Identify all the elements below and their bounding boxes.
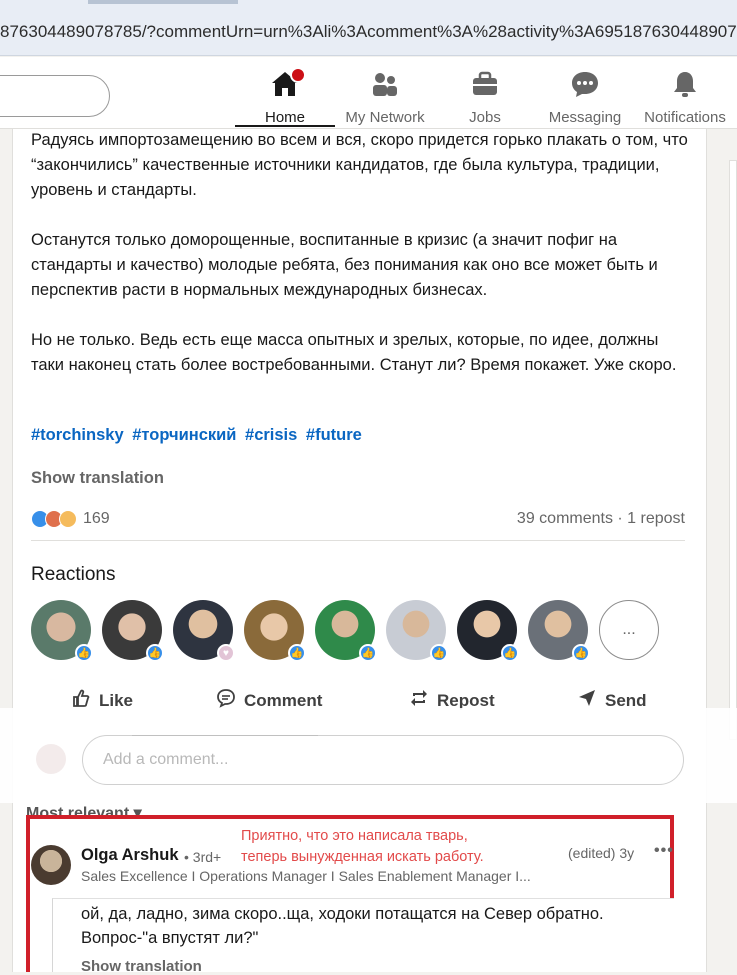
avatar[interactable]: 👍 (457, 600, 519, 662)
annotation-line: теперь вынужденная искать работу. (241, 849, 484, 865)
right-rail-card (729, 160, 737, 740)
url-text[interactable]: 876304489078785/?commentUrn=urn%3Ali%3Ac… (0, 22, 737, 42)
annotation-text: Приятно, что это написала тварь, теперь … (241, 826, 484, 868)
avatar[interactable]: 👍 (315, 600, 377, 662)
more-reactions-button[interactable]: ... (599, 600, 659, 660)
comment-text: ой, да, ладно, зима скоро..ща, ходоки по… (81, 905, 604, 947)
post-paragraph: Но не только. Ведь есть еще масса опытны… (31, 331, 677, 374)
nav-notifications-label: Notifications (644, 109, 726, 126)
bell-icon (635, 69, 735, 99)
avatar[interactable]: 👍 (244, 600, 306, 662)
message-icon (535, 69, 635, 99)
show-translation-link[interactable]: Show translation (31, 469, 164, 488)
post-body: Радуясь импортозамещению во всем и вся, … (31, 128, 691, 403)
nav-jobs-label: Jobs (469, 109, 501, 126)
reactor-avatars: 👍 👍 ♥ 👍 👍 👍 👍 👍 ... (31, 600, 659, 662)
browser-url-bar[interactable]: 876304489078785/?commentUrn=urn%3Ali%3Ac… (0, 0, 737, 56)
social-counts-bar: 169 39 comments · 1 repost (31, 508, 685, 532)
commenter-name[interactable]: Olga Arshuk (81, 846, 179, 865)
reactions-title: Reactions (31, 564, 116, 585)
like-badge-icon: 👍 (288, 644, 306, 662)
like-badge-icon: 👍 (572, 644, 590, 662)
avatar[interactable]: 👍 (102, 600, 164, 662)
nav-home-label: Home (264, 109, 305, 126)
post-paragraph: Радуясь импортозамещению во всем и вся, … (31, 131, 688, 199)
composer-divider (132, 735, 318, 736)
avatar[interactable]: 👍 (31, 600, 93, 662)
like-badge-icon: 👍 (146, 644, 164, 662)
home-icon (235, 67, 335, 99)
like-badge-icon: 👍 (75, 644, 93, 662)
hashtag-link[interactable]: #торчинский (132, 426, 236, 444)
nav-jobs[interactable]: Jobs (435, 69, 535, 126)
love-badge-icon: ♥ (217, 644, 235, 662)
top-navigation: Home My Network Jobs Messaging Notificat… (0, 57, 737, 129)
comments-reposts-count[interactable]: 39 comments · 1 repost (517, 510, 685, 528)
comment-show-translation-link[interactable]: Show translation (81, 958, 202, 975)
nav-my-network-label: My Network (345, 109, 425, 126)
briefcase-icon (435, 69, 535, 99)
commenter-headline: Sales Excellence I Operations Manager I … (81, 868, 531, 884)
reaction-icons[interactable] (31, 510, 77, 528)
network-icon (335, 69, 435, 99)
insightful-reaction-icon (59, 510, 77, 528)
comment-more-options-icon[interactable]: ••• (654, 842, 674, 860)
hashtag-link[interactable]: #future (306, 426, 362, 444)
comment-timestamp: (edited) 3y (568, 845, 635, 861)
divider (31, 540, 685, 541)
nav-messaging-label: Messaging (548, 109, 622, 126)
hashtag-link[interactable]: #crisis (245, 426, 297, 444)
active-nav-underline (235, 125, 335, 127)
avatar[interactable]: 👍 (386, 600, 448, 662)
avatar[interactable]: 👍 (528, 600, 590, 662)
connection-degree: • 3rd+ (184, 849, 222, 865)
hashtag-link[interactable]: #torchinsky (31, 426, 124, 444)
like-badge-icon: 👍 (430, 644, 448, 662)
hashtags: #torchinsky #торчинский #crisis #future (31, 426, 366, 445)
avatar[interactable]: ♥ (173, 600, 235, 662)
post-paragraph: Останутся только доморощенные, воспитанн… (31, 231, 658, 299)
nav-home[interactable]: Home (235, 67, 335, 127)
annotation-line: Приятно, что это написала тварь, (241, 828, 468, 844)
active-tab-indicator (88, 0, 238, 4)
current-user-avatar (36, 744, 66, 774)
add-comment-input[interactable]: Add a comment... (82, 735, 684, 785)
nav-my-network[interactable]: My Network (335, 69, 435, 126)
nav-messaging[interactable]: Messaging (535, 69, 635, 126)
right-rail (724, 130, 737, 972)
like-badge-icon: 👍 (359, 644, 377, 662)
commenter-avatar[interactable] (31, 845, 71, 885)
nav-notifications[interactable]: Notifications (635, 69, 735, 126)
notification-badge (290, 67, 306, 83)
search-input[interactable] (0, 75, 110, 117)
like-badge-icon: 👍 (501, 644, 519, 662)
reactions-count[interactable]: 169 (83, 510, 110, 528)
